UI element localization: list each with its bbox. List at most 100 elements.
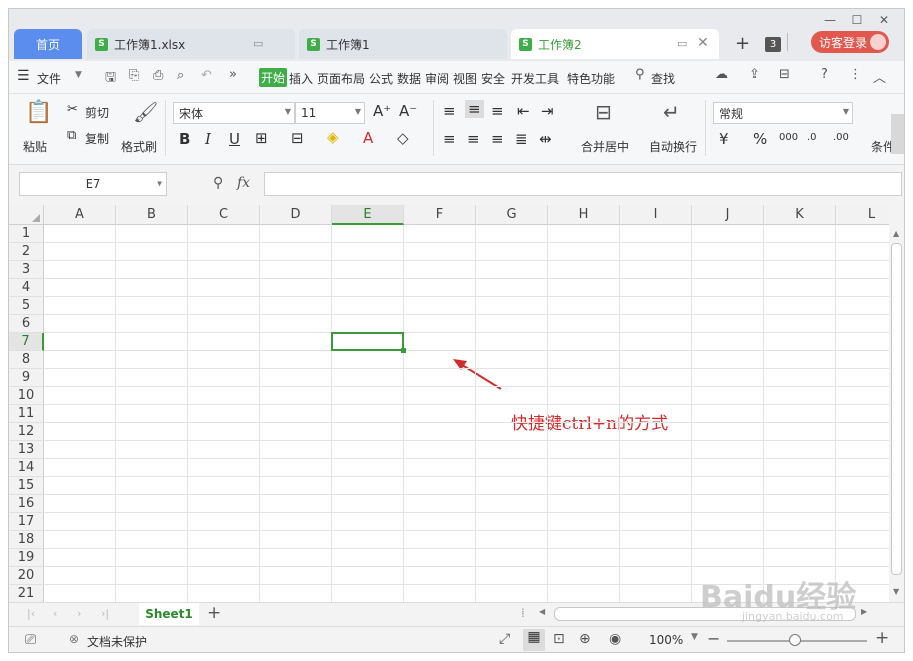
column-header[interactable]: C <box>188 205 260 225</box>
row-header[interactable]: 2 <box>9 243 44 261</box>
menu-view[interactable]: 视图 <box>453 70 477 87</box>
vertical-scroll-thumb[interactable] <box>891 243 902 575</box>
menu-data[interactable]: 数据 <box>397 70 421 87</box>
row-header[interactable]: 1 <box>9 225 44 243</box>
align-center-icon[interactable]: ≡ <box>467 130 480 148</box>
column-header[interactable]: I <box>620 205 692 225</box>
selected-cell[interactable] <box>331 332 404 351</box>
menu-developer[interactable]: 开发工具 <box>511 70 559 87</box>
collapse-ribbon-icon[interactable]: ︿ <box>873 67 886 86</box>
format-painter-button[interactable]: 格式刷 <box>121 138 157 155</box>
row-header[interactable]: 9 <box>9 369 44 387</box>
align-bottom-icon[interactable]: ≡ <box>491 102 504 120</box>
row-header[interactable]: 19 <box>9 549 44 567</box>
format-painter-icon[interactable]: 🖌 <box>133 100 158 124</box>
visitor-login-button[interactable]: 访客登录 <box>811 31 889 53</box>
italic-icon[interactable]: I <box>205 130 211 148</box>
formula-input[interactable] <box>264 172 902 196</box>
currency-icon[interactable]: ¥ <box>719 130 729 148</box>
vertical-scrollbar[interactable]: ▲ ▼ <box>889 205 904 602</box>
column-header[interactable]: J <box>692 205 764 225</box>
align-middle-icon[interactable]: ≡ <box>465 100 484 118</box>
clear-format-icon[interactable]: ◇ <box>397 129 409 147</box>
doc-tab-3[interactable]: S 工作簿2 ▭ ✕ <box>511 29 719 59</box>
column-header[interactable]: D <box>260 205 332 225</box>
row-header[interactable]: 4 <box>9 279 44 297</box>
select-all-corner[interactable] <box>9 205 44 225</box>
decrease-font-icon[interactable]: A⁻ <box>399 102 417 120</box>
column-header[interactable]: E <box>332 205 404 225</box>
page-break-icon[interactable]: ⊡ <box>553 631 565 647</box>
more-options-icon[interactable]: ⋮ <box>849 67 862 82</box>
align-top-icon[interactable]: ≡ <box>443 102 456 120</box>
split-handle-icon[interactable]: ⁞ <box>521 606 525 620</box>
row-header[interactable]: 13 <box>9 441 44 459</box>
desktop-icon[interactable]: ▭ <box>253 37 263 50</box>
column-header[interactable]: F <box>404 205 476 225</box>
increase-font-icon[interactable]: A⁺ <box>373 102 391 120</box>
fill-color-icon[interactable]: ◈ <box>327 128 339 146</box>
thousands-icon[interactable]: 000 <box>779 132 798 143</box>
scroll-left-icon[interactable]: ◀ <box>539 607 545 616</box>
last-sheet-icon[interactable]: ›| <box>101 607 109 620</box>
merge-center-button[interactable]: 合并居中 <box>581 138 629 155</box>
decrease-decimal-icon[interactable]: .00 <box>833 132 849 143</box>
tab-home[interactable]: 首页 <box>14 29 82 59</box>
fx-icon[interactable]: fx <box>237 175 250 191</box>
protect-status[interactable]: 文档未保护 <box>87 633 147 650</box>
row-header[interactable]: 10 <box>9 387 44 405</box>
spreadsheet-grid[interactable]: 快捷键ctrl+n的方式 A B C D E F G H I J K L 1 2 3 4 5 6 7 8 9 10 11 12… <box>9 205 889 602</box>
column-header[interactable]: A <box>44 205 116 225</box>
border-icon[interactable]: ⊞ <box>255 129 268 147</box>
eye-protect-icon[interactable]: ◉ <box>609 631 621 647</box>
row-header[interactable]: 18 <box>9 531 44 549</box>
copy-icon[interactable]: ⧉ <box>67 128 76 143</box>
decrease-indent-icon[interactable]: ⇤ <box>517 102 530 120</box>
font-size-select[interactable]: 11 ▼ <box>295 102 365 124</box>
close-icon[interactable]: ✕ <box>873 11 895 29</box>
scroll-down-icon[interactable]: ▼ <box>893 587 899 596</box>
menu-page-layout[interactable]: 页面布局 <box>317 70 365 87</box>
search-button[interactable]: 查找 <box>651 70 675 87</box>
menu-security[interactable]: 安全 <box>481 70 505 87</box>
prev-sheet-icon[interactable]: ‹ <box>53 607 57 620</box>
font-color-icon[interactable]: A <box>363 129 373 147</box>
menu-file[interactable]: 文件 <box>37 70 61 87</box>
wrap-text-button[interactable]: 自动换行 <box>649 138 697 155</box>
undo-icon[interactable]: ↶ <box>201 68 212 83</box>
fullscreen-icon[interactable]: ⤢ <box>499 631 510 647</box>
desktop-icon[interactable]: ▭ <box>677 37 687 50</box>
zoom-out-icon[interactable]: − <box>707 629 720 648</box>
first-sheet-icon[interactable]: |‹ <box>27 607 35 620</box>
fill-handle[interactable] <box>401 348 406 353</box>
row-header[interactable]: 20 <box>9 567 44 585</box>
collab-icon[interactable]: ⊟ <box>779 67 790 82</box>
sheet-tab[interactable]: Sheet1 <box>139 603 199 625</box>
scroll-up-icon[interactable]: ▲ <box>893 229 899 238</box>
help-icon[interactable]: ? <box>821 67 828 82</box>
row-header[interactable]: 16 <box>9 495 44 513</box>
row-header[interactable]: 14 <box>9 459 44 477</box>
row-header[interactable]: 17 <box>9 513 44 531</box>
row-header[interactable]: 7 <box>9 333 44 351</box>
chevron-down-icon[interactable]: ▼ <box>75 70 82 80</box>
more-icon[interactable]: » <box>229 67 237 82</box>
new-tab-icon[interactable]: + <box>735 33 750 54</box>
row-header[interactable]: 8 <box>9 351 44 369</box>
row-header[interactable]: 21 <box>9 585 44 602</box>
scroll-right-icon[interactable]: ▶ <box>861 607 867 616</box>
row-header[interactable]: 6 <box>9 315 44 333</box>
zoom-in-icon[interactable]: + <box>875 628 889 648</box>
row-header[interactable]: 3 <box>9 261 44 279</box>
reading-mode-icon[interactable]: ⊕ <box>579 631 591 647</box>
cut-icon[interactable]: ✂ <box>67 102 78 117</box>
close-tab-icon[interactable]: ✕ <box>697 35 709 51</box>
ribbon-scroll[interactable] <box>891 114 904 154</box>
column-header[interactable]: L <box>836 205 889 225</box>
row-header[interactable]: 11 <box>9 405 44 423</box>
print-icon[interactable]: ⎙ <box>153 68 163 83</box>
zoom-slider-handle[interactable] <box>789 634 801 646</box>
save-icon[interactable]: 🖫 <box>105 68 116 90</box>
row-header[interactable]: 5 <box>9 297 44 315</box>
menu-review[interactable]: 审阅 <box>425 70 449 87</box>
